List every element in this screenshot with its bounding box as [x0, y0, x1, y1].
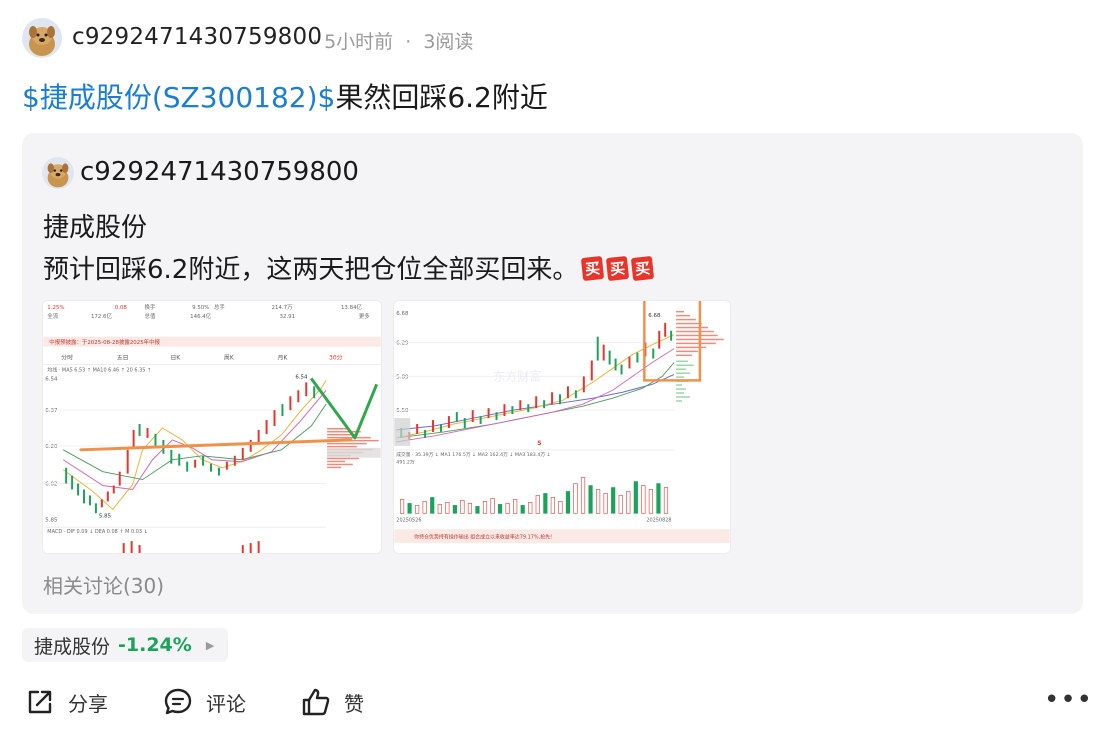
stat-val: 13.84亿	[341, 303, 363, 311]
date-end: 20250828	[646, 517, 671, 523]
high-label: 6.54	[295, 374, 308, 380]
stat-label: 总值	[145, 312, 156, 320]
buy-emoji-1: 买	[581, 255, 605, 282]
stock-link[interactable]: $捷成股份(SZ300182)$	[22, 81, 335, 114]
share-icon	[28, 690, 52, 714]
y-tick: 6.68	[396, 311, 409, 317]
meta-dot: ·	[405, 31, 412, 53]
y-tick: 6.29	[396, 341, 409, 347]
post-reads: 3阅读	[423, 31, 474, 53]
avatar-dog-icon	[22, 18, 62, 58]
post-content: $捷成股份(SZ300182)$果然回踩6.2附近	[22, 76, 548, 116]
volume-bar	[611, 487, 616, 514]
chart-image-2[interactable]: 6.68 6.29 5.89 5.50 东方财富 6.68 S 成交量 · 35…	[393, 300, 731, 554]
y-tick: 5.89	[396, 374, 409, 380]
buy-emoji-3: 买	[631, 255, 655, 282]
like-label: 赞	[344, 691, 364, 716]
quoted-post-card[interactable]: c9292471430759800 捷成股份 预计回踩6.2附近，这两天把仓位全…	[22, 133, 1083, 614]
post-text: 果然回踩6.2附近	[335, 81, 548, 114]
svg-text:S: S	[537, 440, 541, 447]
comment-icon	[164, 688, 192, 715]
quote-author-avatar[interactable]	[42, 157, 74, 189]
ma-text: 均线 · MA5 6.53 ↑ MA10 6.46 ↑ 20 6.35 ↑	[47, 366, 151, 373]
tab-rik: 日K	[170, 355, 181, 362]
tab-30fen: 30分	[329, 354, 343, 362]
y-tick: 6.54	[45, 376, 58, 382]
volume-bar	[498, 504, 503, 514]
stock-change: -1.24%	[118, 634, 192, 656]
vol-text: 成交量 · 35.39万 ↓ MA1 176.5万 ↓ MA2 162.4万 ↓…	[396, 451, 550, 458]
author-avatar[interactable]	[22, 18, 62, 58]
tab-fenshi: 分时	[61, 354, 73, 362]
buy-emoji-2: 买	[606, 255, 630, 282]
stat-chg: 0.08	[115, 305, 128, 311]
stat-label: 全流	[47, 312, 58, 320]
chart-image-1[interactable]: 1.25% 0.08 换手 9.50% 总手 214.7万 13.84亿 全流 …	[42, 300, 382, 554]
stat-label: 换手	[145, 303, 156, 311]
stock-tag[interactable]: 捷成股份 -1.24% ▶	[22, 628, 229, 662]
stat-val: 9.50%	[192, 305, 209, 311]
watermark: 东方财富	[494, 369, 542, 383]
stat-val: 32.91	[279, 314, 295, 320]
y-tick: 6.20	[45, 444, 58, 450]
like-icon	[302, 688, 330, 716]
volume-bar	[452, 505, 457, 514]
stat-val: 214.7万	[272, 304, 294, 311]
comment-button[interactable]: 评论	[162, 684, 246, 720]
y-tick: 5.50	[396, 408, 409, 414]
volume-bar	[565, 491, 571, 514]
stock-name: 捷成股份	[34, 635, 111, 658]
post-time: 5小时前	[324, 31, 394, 53]
post-meta: · 5小时前 · 3阅读	[312, 27, 473, 54]
quote-author-name[interactable]: c9292471430759800	[80, 157, 359, 187]
notice-text: 中报预披露：于2025-08-28披露2025年中报	[49, 338, 160, 346]
volume-bar	[475, 506, 480, 514]
low-label: 5.85	[99, 513, 111, 519]
author-name[interactable]: c9292471430759800	[72, 24, 322, 50]
volume-bar	[407, 503, 412, 514]
volume-bar	[588, 485, 593, 514]
date-start: 20250526	[396, 517, 421, 523]
high-label: 6.68	[648, 313, 661, 319]
y-tick: 6.37	[45, 408, 57, 414]
stat-pct: 1.25%	[47, 305, 64, 311]
stat-label: 总手	[214, 303, 225, 311]
related-discussion-link[interactable]: 相关讨论(30)	[43, 570, 164, 599]
vol-sub: 491.2万	[396, 460, 415, 466]
volume-bar	[633, 481, 638, 514]
volume-bar	[430, 497, 435, 514]
quote-text: 预计回踩6.2附近，这两天把仓位全部买回来。	[43, 255, 579, 285]
y-tick: 6.02	[45, 482, 57, 488]
like-button[interactable]: 赞	[300, 684, 364, 720]
avatar-dog-icon	[42, 157, 74, 189]
quote-text-line2: 预计回踩6.2附近，这两天把仓位全部买回来。买买买	[43, 249, 655, 286]
chevron-right-icon: ▶	[205, 638, 215, 652]
share-label: 分享	[68, 691, 108, 716]
stat-more: 更多	[359, 312, 370, 320]
tab-yuek: 月K	[277, 355, 288, 362]
post-dot: ·	[312, 31, 319, 53]
volume-bar	[656, 483, 661, 514]
banner-text: 你持仓优势持有操作输出 组合成立以来收益率达79.17%,抢先!	[414, 534, 552, 541]
tab-zhouk: 周K	[224, 355, 235, 362]
more-icon[interactable]: •••	[1044, 687, 1092, 714]
share-button[interactable]: 分享	[24, 684, 108, 720]
y-tick: 5.85	[45, 517, 57, 523]
stat-val: 172.6亿	[91, 312, 113, 320]
stat-val: 146.4亿	[190, 312, 212, 320]
macd-text: MACD · DIF 0.09 ↓ DEA 0.08 ↑ M 0.03 ↓	[47, 529, 147, 535]
volume-bar	[543, 493, 548, 514]
comment-label: 评论	[206, 691, 246, 716]
quote-text-line1: 捷成股份	[43, 213, 148, 243]
tab-wuri: 五日	[117, 355, 129, 362]
volume-bar	[520, 505, 525, 514]
